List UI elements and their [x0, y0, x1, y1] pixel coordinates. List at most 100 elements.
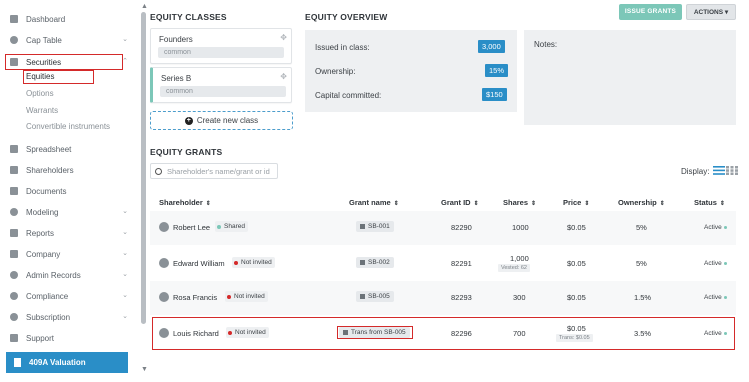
chevron-down-icon: ⌄	[122, 271, 128, 278]
status-badge: Active	[704, 260, 727, 267]
sidebar-subitem-options[interactable]: Options	[26, 88, 54, 100]
sidebar-item-label: Shareholders	[26, 165, 74, 175]
status-dot	[234, 260, 238, 265]
sidebar-subitem-warrants[interactable]: Warrants	[26, 105, 58, 117]
scroll-down-arrow-icon[interactable]: ▼	[141, 366, 148, 373]
support-icon	[10, 334, 18, 342]
notes-label: Notes:	[534, 40, 558, 49]
sidebar-item-label: Documents	[26, 186, 67, 196]
column-header-shareholder[interactable]: Shareholder ⇕	[159, 198, 211, 207]
column-header-status[interactable]: Status ⇕	[694, 198, 725, 207]
plus-circle-icon: +	[184, 116, 193, 125]
certificate-icon	[360, 293, 365, 299]
shareholder-name[interactable]: Robert Lee	[173, 223, 210, 232]
column-label: Shares	[503, 198, 529, 207]
sort-icon: ⇕	[205, 201, 211, 207]
status-dot	[723, 261, 727, 265]
column-label: Status	[694, 198, 717, 207]
price: $0.05	[567, 293, 586, 302]
scroll-up-arrow-icon[interactable]: ▲	[141, 3, 148, 10]
pie-chart-icon	[10, 36, 18, 44]
status-label: Active	[704, 260, 722, 267]
sidebar-item-label: Dashboard	[26, 14, 66, 24]
equity-grants-title: EQUITY GRANTS	[150, 147, 223, 157]
sidebar-item-subscription[interactable]: Subscription ⌄	[8, 309, 132, 325]
sidebar-item-label: Reports	[26, 228, 55, 238]
sidebar-item-documents[interactable]: Documents	[8, 183, 132, 199]
sidebar-item-support[interactable]: Support	[8, 330, 132, 346]
status-badge: Active	[704, 330, 727, 337]
ownership: 3.5%	[634, 329, 652, 338]
scrollbar-thumb[interactable]	[141, 12, 146, 324]
shareholder-name[interactable]: Rosa Francis	[173, 293, 217, 302]
status-dot	[723, 331, 727, 335]
grant-name-badge[interactable]: SB-001	[356, 221, 394, 232]
search-placeholder: Shareholder's name/grant or id	[167, 166, 270, 176]
equity-class-card[interactable]: Founders ✥ common	[150, 28, 292, 64]
sort-icon: ⇕	[473, 201, 479, 207]
grid-view-icon[interactable]	[726, 166, 738, 175]
invite-status-label: Not invited	[241, 259, 272, 266]
notes-panel[interactable]: Notes:	[524, 30, 736, 125]
caret-down-icon: ▾	[724, 9, 729, 16]
status-badge: Active	[704, 294, 727, 301]
list-view-icon[interactable]	[713, 166, 725, 175]
building-icon	[10, 250, 18, 258]
highlight-box-equities	[23, 70, 94, 84]
overview-ownership-value: 15%	[485, 64, 509, 77]
scrollbar-track[interactable]	[141, 12, 146, 358]
ownership: 5%	[636, 259, 647, 268]
sort-icon: ⇕	[393, 201, 399, 207]
status-dot	[227, 294, 231, 299]
column-header-price[interactable]: Price ⇕	[563, 198, 589, 207]
equity-class-card-selected[interactable]: Series B ✥ common	[150, 67, 292, 103]
grant-name-badge[interactable]: SB-002	[356, 257, 394, 268]
chevron-down-icon: ⌄	[122, 229, 128, 236]
create-new-class-button[interactable]: + Create new class	[150, 111, 293, 130]
column-header-grant-name[interactable]: Grant name ⇕	[349, 198, 399, 207]
invite-status-label: Not invited	[235, 329, 266, 336]
shareholder-name[interactable]: Louis Richard	[173, 329, 219, 338]
ownership: 1.5%	[634, 293, 652, 302]
drag-handle-icon[interactable]: ✥	[280, 33, 287, 42]
compliance-icon	[10, 292, 18, 300]
sidebar-item-label: Cap Table	[26, 35, 62, 45]
sidebar-item-cap-table[interactable]: Cap Table ⌄	[8, 32, 132, 48]
sidebar-item-dashboard[interactable]: Dashboard	[8, 11, 132, 27]
avatar-icon	[159, 328, 169, 338]
equity-overview-title: EQUITY OVERVIEW	[305, 12, 388, 22]
column-header-ownership[interactable]: Ownership ⇕	[618, 198, 665, 207]
column-header-grant-id[interactable]: Grant ID ⇕	[441, 198, 479, 207]
409a-valuation-button[interactable]: 409A Valuation	[6, 352, 128, 373]
drag-handle-icon[interactable]: ✥	[280, 72, 287, 81]
valuation-button-label: 409A Valuation	[29, 358, 86, 367]
sidebar-item-spreadsheet[interactable]: Spreadsheet	[8, 141, 132, 157]
issue-grants-button[interactable]: ISSUE GRANTS	[619, 4, 682, 20]
sidebar-item-reports[interactable]: Reports ⌄	[8, 225, 132, 241]
status-dot	[228, 330, 232, 335]
grant-search-input[interactable]: Shareholder's name/grant or id	[150, 163, 278, 179]
grant-name-badge[interactable]: SB-005	[356, 291, 394, 302]
sidebar-item-company[interactable]: Company ⌄	[8, 246, 132, 262]
actions-dropdown-button[interactable]: ACTIONS ▾	[686, 4, 736, 20]
status-label: Active	[704, 330, 722, 337]
sidebar-item-label: Company	[26, 249, 61, 259]
equity-classes-title: EQUITY CLASSES	[150, 12, 227, 22]
chevron-down-icon: ⌄	[122, 208, 128, 215]
status-badge: Active	[704, 224, 727, 231]
sidebar-subitem-convertible-instruments[interactable]: Convertible instruments	[26, 121, 110, 133]
shareholder-name[interactable]: Edward William	[173, 259, 225, 268]
folder-icon	[10, 187, 18, 195]
shares: 300	[513, 293, 526, 302]
shares: 1,000	[510, 254, 529, 263]
invite-status-badge: Not invited	[226, 327, 269, 338]
sidebar-item-admin-records[interactable]: Admin Records ⌄	[8, 267, 132, 283]
sidebar-item-compliance[interactable]: Compliance ⌄	[8, 288, 132, 304]
subscription-icon	[10, 313, 18, 321]
grant-name: SB-005	[368, 293, 390, 300]
chevron-down-icon: ⌄	[122, 292, 128, 299]
column-header-shares[interactable]: Shares ⇕	[503, 198, 536, 207]
sidebar-item-shareholders[interactable]: Shareholders	[8, 162, 132, 178]
bulb-icon	[10, 208, 18, 216]
sidebar-item-modeling[interactable]: Modeling ⌄	[8, 204, 132, 220]
